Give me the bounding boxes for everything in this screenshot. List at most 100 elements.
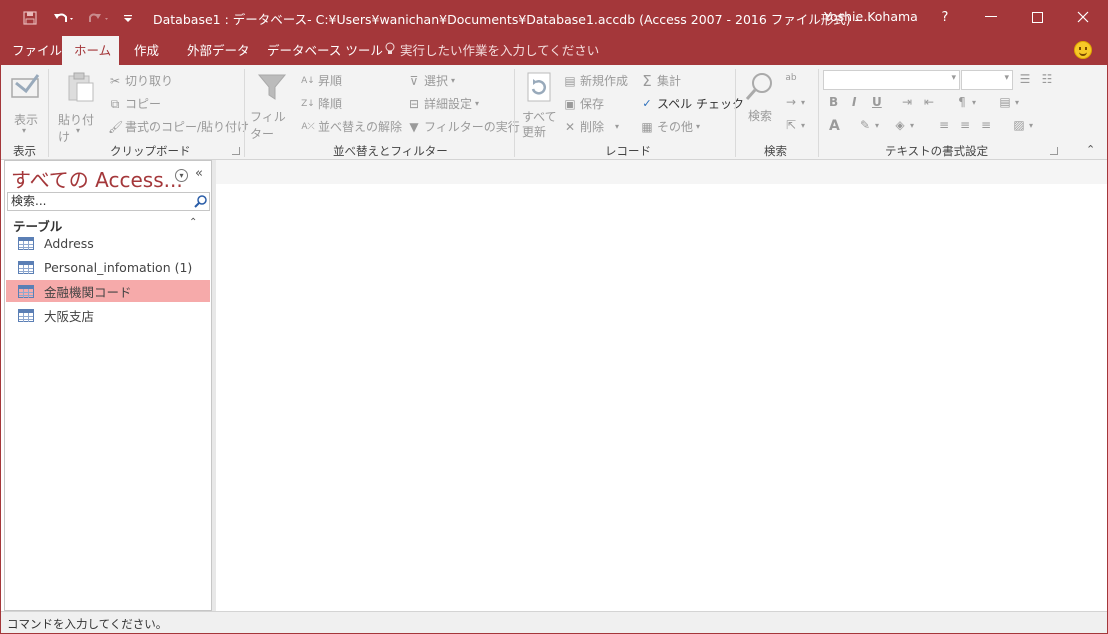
text-format-launcher-icon[interactable] (1050, 147, 1058, 155)
arrow-right-icon: → (785, 95, 797, 109)
chevron-down-icon: ▾ (1015, 97, 1020, 107)
chevron-down-icon: ▾ (22, 126, 27, 135)
delete-record-button[interactable]: ✕ 削除 ▾ (563, 118, 619, 135)
clipboard-launcher-icon[interactable] (232, 147, 240, 155)
more-label: その他 (657, 120, 694, 134)
save-icon[interactable] (20, 8, 40, 28)
filter-button[interactable]: フィルター (248, 69, 296, 141)
align-right-button[interactable]: ≡ (979, 118, 993, 132)
maximize-button[interactable] (1014, 0, 1060, 34)
nav-table-item[interactable]: 金融機関コード (6, 280, 210, 302)
format-painter-button[interactable]: 🖌 書式のコピー/貼り付け (108, 118, 249, 135)
chevron-down-icon: ▾ (801, 97, 806, 107)
advanced-filter-button[interactable]: ⊟ 詳細設定 ▾ (407, 95, 479, 112)
replace-button[interactable]: ab (784, 71, 798, 85)
feedback-smiley-icon[interactable] (1074, 41, 1092, 59)
sort-descending-button[interactable]: Z↓ 降順 (301, 95, 342, 112)
help-button[interactable]: ? (922, 0, 968, 34)
minimize-button[interactable] (968, 0, 1014, 34)
copy-button[interactable]: ⧉ コピー (108, 95, 161, 112)
toggle-filter-button[interactable]: ▼ フィルターの実行 (407, 118, 520, 135)
close-button[interactable] (1060, 0, 1106, 34)
font-name-combo[interactable] (823, 70, 960, 90)
nav-table-item[interactable]: Address (6, 232, 210, 254)
goto-button[interactable]: → ▾ (784, 95, 805, 109)
window-border (0, 36, 1, 634)
tab-external-data[interactable]: 外部データ (175, 36, 262, 65)
refresh-label-line2: 更新 (522, 125, 547, 139)
new-record-button[interactable]: ▤ 新規作成 (563, 72, 628, 89)
collapse-ribbon-icon[interactable]: ⌃ (1086, 143, 1095, 156)
find-button[interactable]: 検索 (742, 69, 778, 137)
toggle-filter-label: フィルターの実行 (424, 120, 520, 134)
align-left-button[interactable]: ≡ (937, 118, 951, 132)
select-button[interactable]: ⇱ ▾ (784, 118, 805, 132)
save-record-button[interactable]: ▣ 保存 (563, 95, 604, 112)
spell-check-icon: ✓ (642, 96, 652, 110)
filter-label: フィルター (250, 110, 286, 141)
alt-row-color-button[interactable]: ▨ ▾ (1012, 118, 1033, 132)
selection-filter-icon: ⊽ (409, 73, 419, 88)
advanced-filter-icon: ⊟ (408, 96, 420, 111)
cursor-icon: ⇱ (785, 118, 797, 132)
new-record-icon: ▤ (564, 73, 576, 88)
tab-home[interactable]: ホーム (62, 36, 119, 65)
cut-button[interactable]: ✂ 切り取り (108, 72, 173, 89)
user-name[interactable]: Yoshie Kohama (824, 9, 918, 24)
tell-me-box[interactable]: 実行したい作業を入力してください (385, 36, 599, 65)
bold-button[interactable]: B (829, 95, 838, 109)
undo-icon[interactable] (50, 8, 78, 28)
spelling-button[interactable]: ✓ スペル チェック (640, 95, 744, 112)
collapse-pane-icon[interactable]: « (195, 166, 203, 181)
nav-pane-title[interactable]: すべての Access... (11, 164, 183, 193)
font-size-combo[interactable] (961, 70, 1013, 90)
search-icon[interactable] (193, 194, 208, 209)
ascending-label: 昇順 (318, 74, 343, 88)
redo-icon[interactable] (85, 8, 113, 28)
refresh-all-button[interactable]: すべて 更新 (518, 69, 560, 141)
sort-ascending-button[interactable]: A↓ 昇順 (301, 72, 342, 89)
more-button[interactable]: ▦ その他 ▾ (640, 118, 700, 135)
paste-button[interactable]: 貼り付け ▾ (54, 69, 104, 144)
remove-sort-button[interactable]: A⤫ 並べ替えの解除 (301, 118, 402, 135)
totals-button[interactable]: Σ 集計 (640, 72, 681, 89)
highlight-button[interactable]: ✎ ▾ (858, 118, 879, 132)
chevron-down-icon: ▾ (972, 97, 977, 107)
outdent-button[interactable]: ⇤ (922, 95, 936, 109)
indent-button[interactable]: ⇥ (900, 95, 914, 109)
nav-dropdown-icon[interactable]: ▾ (175, 169, 188, 182)
chevron-up-double-icon[interactable]: ⌃ (189, 217, 197, 228)
tab-database-tools[interactable]: データベース ツール (255, 36, 395, 65)
fill-color-button[interactable]: ◈ ▾ (893, 118, 914, 132)
group-label-sort-filter: 並べ替えとフィルター (333, 144, 448, 158)
gridlines-button[interactable]: ▤ ▾ (998, 95, 1019, 109)
align-center-button[interactable]: ≡ (958, 118, 972, 132)
bullet-list-icon: ☰ (1019, 72, 1031, 86)
paste-label: 貼り付け (58, 113, 95, 144)
view-button[interactable]: 表示 ▾ (6, 69, 46, 137)
group-separator (818, 69, 819, 157)
tab-create[interactable]: 作成 (122, 36, 171, 65)
numbering-button[interactable]: ☷ (1040, 72, 1054, 86)
italic-button[interactable]: I (852, 95, 856, 109)
gridlines-icon: ▤ (999, 95, 1011, 109)
group-separator (244, 69, 245, 157)
nav-table-item[interactable]: Personal_infomation (1) (6, 256, 210, 278)
nav-search-input[interactable]: 検索... (7, 192, 210, 211)
selection-button[interactable]: ⊽ 選択 ▾ (407, 72, 455, 89)
sort-ascending-icon: A↓ (301, 75, 315, 86)
nav-table-item[interactable]: 大阪支店 (6, 304, 210, 326)
sigma-icon: Σ (642, 71, 652, 90)
para-direction-button[interactable]: ¶ ▾ (955, 95, 976, 109)
ribbon-tabs: ファイル ホーム 作成 外部データ データベース ツール 実行したい作業を入力し… (0, 36, 1108, 65)
customize-qat-icon[interactable] (120, 8, 136, 28)
bullets-button[interactable]: ☰ (1018, 72, 1032, 86)
underline-button[interactable]: U (872, 95, 882, 109)
chevron-down-icon: ▾ (1029, 120, 1034, 130)
title-bar: Database1 : データベース- C:¥Users¥wanichan¥Do… (0, 0, 1108, 36)
align-left-icon: ≡ (938, 118, 950, 132)
table-icon (18, 284, 34, 298)
font-color-button[interactable]: A (829, 118, 840, 134)
paste-icon (68, 72, 94, 102)
descending-label: 降順 (318, 97, 343, 111)
